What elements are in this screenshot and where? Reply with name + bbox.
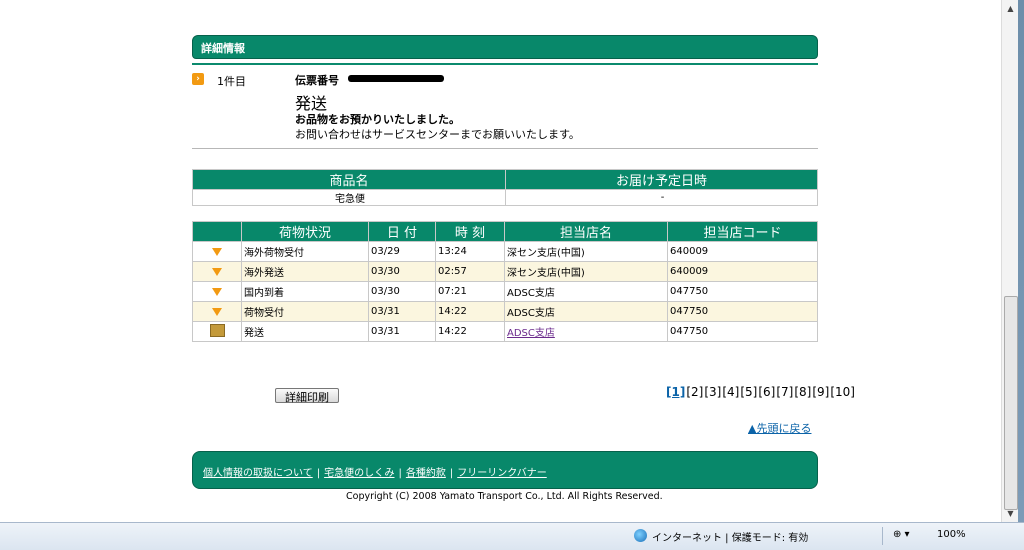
item-table: 商品名 お届け予定日時 宅急便 - [192,169,818,206]
inquiry-note: お問い合わせはサービスセンターまでお願いいたします。 [295,128,580,141]
page-link-5[interactable]: [5] [740,385,757,399]
pagination: [1] [2] [3] [4] [5] [6] [7] [8] [9] [10] [666,385,855,399]
status-cell [192,321,242,342]
statusbar-divider [882,527,883,545]
page-link-7[interactable]: [7] [776,385,793,399]
footer-divider: | [398,468,402,479]
time-cell: 13:24 [435,241,505,262]
shop-code-cell: 047750 [667,321,818,342]
time-cell: 02:57 [435,261,505,282]
copyright-text: Copyright (C) 2008 Yamato Transport Co.,… [346,491,663,502]
shop-code-cell: 640009 [667,261,818,282]
date-cell: 03/31 [368,301,436,322]
page-link-9[interactable]: [9] [812,385,829,399]
page-link-1[interactable]: [1] [666,385,685,399]
shop-code-cell: 640009 [667,241,818,262]
scroll-up-icon[interactable]: ▲ [1002,0,1019,17]
shop-link[interactable]: ADSC支店 [507,328,555,339]
table-row: 国内到着 03/30 07:21 ADSC支店 047750 [192,281,818,302]
detail-header-bar: 詳細情報 [192,35,818,59]
status-cell: 海外荷物受付 [241,241,369,262]
status-cell [192,261,242,282]
date-header: 日 付 [368,221,436,242]
shop-name-header: 担当店名 [504,221,668,242]
page-link-4[interactable]: [4] [722,385,739,399]
item-name-header: 商品名 [192,169,506,190]
down-arrow-icon [212,308,222,316]
status-message: お品物をお預かりいたしました。 [295,113,460,126]
date-cell: 03/29 [368,241,436,262]
page-link-10[interactable]: [10] [830,385,855,399]
down-arrow-icon [212,288,222,296]
slip-number-label: 伝票番号 [295,74,339,87]
scroll-thumb[interactable] [1004,296,1018,510]
shop-name-cell: ADSC支店 [504,321,668,342]
zoom-level[interactable]: 100% [937,529,966,540]
protected-mode-tools-icon[interactable]: ⊕ ▾ [893,529,910,540]
page-link-6[interactable]: [6] [758,385,775,399]
shop-code-cell: 047750 [667,281,818,302]
result-count-label: 1件目 [217,75,246,88]
privacy-link[interactable]: 個人情報の取扱について [203,468,313,479]
table-row: 宅急便 - [192,189,818,206]
table-row: 海外発送 03/30 02:57 深セン支店(中国) 640009 [192,261,818,282]
scroll-down-icon[interactable]: ▼ [1002,505,1019,522]
date-cell: 03/30 [368,261,436,282]
print-detail-button[interactable]: 詳細印刷 [275,388,339,404]
footer-divider: | [449,468,454,479]
arrow-right-icon: › [192,73,204,85]
status-cell: 海外発送 [241,261,369,282]
time-cell: 07:21 [435,281,505,302]
time-header: 時 刻 [435,221,505,242]
down-arrow-icon [212,268,222,276]
status-cell [192,301,242,322]
delivery-date-cell: - [505,189,818,206]
page-link-2[interactable]: [2] [686,385,703,399]
terms-link[interactable]: 各種約款 [406,468,446,479]
shop-code-cell: 047750 [667,301,818,322]
icon-header [192,221,242,242]
globe-icon [634,529,647,542]
status-cell: 国内到着 [241,281,369,302]
date-cell: 03/31 [368,321,436,342]
status-cell [192,241,242,262]
footer-divider: | [316,468,321,479]
header-divider [192,63,818,65]
security-zone-label[interactable]: インターネット | 保護モード: 有効 [652,529,808,544]
shop-name-cell: ADSC支店 [504,301,668,322]
time-cell: 14:22 [435,301,505,322]
shop-code-header: 担当店コード [667,221,818,242]
item-name-cell: 宅急便 [192,189,506,206]
back-to-top-link[interactable]: ▲先頭に戻る [748,420,811,436]
table-row: 荷物受付 03/31 14:22 ADSC支店 047750 [192,301,818,322]
footer-bar: 個人情報の取扱について | 宅急便のしくみ | 各種約款 | フリーリンクバナー [192,451,818,489]
section-divider [192,148,818,149]
page-link-8[interactable]: [8] [794,385,811,399]
status-header: 荷物状況 [241,221,369,242]
delivery-date-header: お届け予定日時 [505,169,818,190]
tracking-history-table: 荷物状況 日 付 時 刻 担当店名 担当店コード 海外荷物受付 03/29 13… [192,221,818,342]
shop-name-cell: 深セン支店(中国) [504,241,668,262]
date-cell: 03/30 [368,281,436,302]
detail-header-title: 詳細情報 [201,42,245,55]
page-link-3[interactable]: [3] [704,385,721,399]
table-row: 発送 03/31 14:22 ADSC支店 047750 [192,321,818,342]
status-cell: 荷物受付 [241,301,369,322]
footer-links: 個人情報の取扱について | 宅急便のしくみ | 各種約款 | フリーリンクバナー [203,464,547,479]
status-cell: 発送 [241,321,369,342]
page-viewport: 詳細情報 › 1件目 伝票番号 発送 お品物をお預かりいたしました。 お問い合わ… [0,0,1001,522]
vertical-scrollbar[interactable]: ▲ ▼ [1001,0,1019,522]
free-link-banner-link[interactable]: フリーリンクバナー [457,468,547,479]
status-cell [192,281,242,302]
down-arrow-icon [212,248,222,256]
shop-name-cell: 深セン支店(中国) [504,261,668,282]
shop-name-cell: ADSC支店 [504,281,668,302]
service-guide-link[interactable]: 宅急便のしくみ [324,468,394,479]
window-frame-right [1018,0,1024,549]
browser-statusbar: インターネット | 保護モード: 有効 ⊕ ▾ 100% [0,522,1024,550]
package-icon [209,323,225,337]
redacted-slip-number [348,75,444,82]
time-cell: 14:22 [435,321,505,342]
table-row: 海外荷物受付 03/29 13:24 深セン支店(中国) 640009 [192,241,818,262]
